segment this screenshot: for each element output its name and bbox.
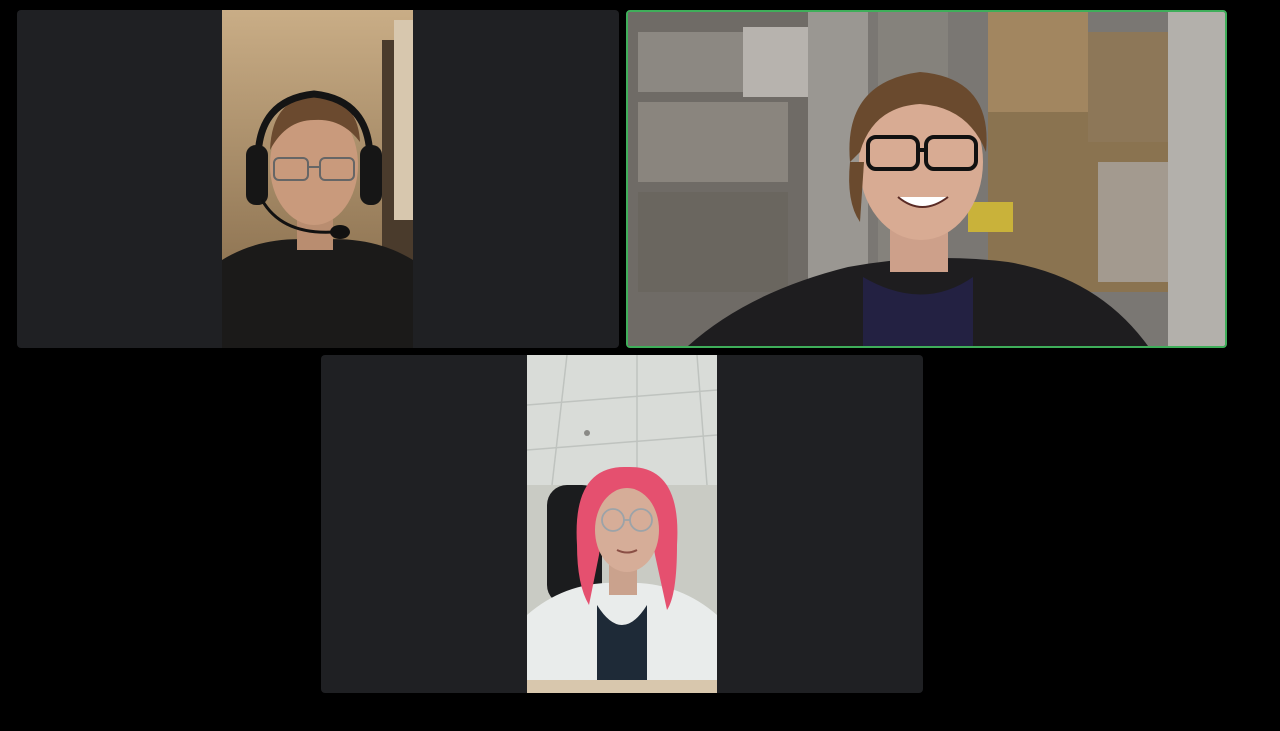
participant-video-1	[222, 10, 413, 348]
participant-tile-3[interactable]	[321, 355, 923, 693]
participant-video-3	[527, 355, 717, 693]
participant-tile-1[interactable]	[17, 10, 619, 348]
participant-video-2	[628, 12, 1225, 346]
video-call-gallery	[0, 0, 1280, 731]
participant-tile-2-active-speaker[interactable]	[626, 10, 1227, 348]
